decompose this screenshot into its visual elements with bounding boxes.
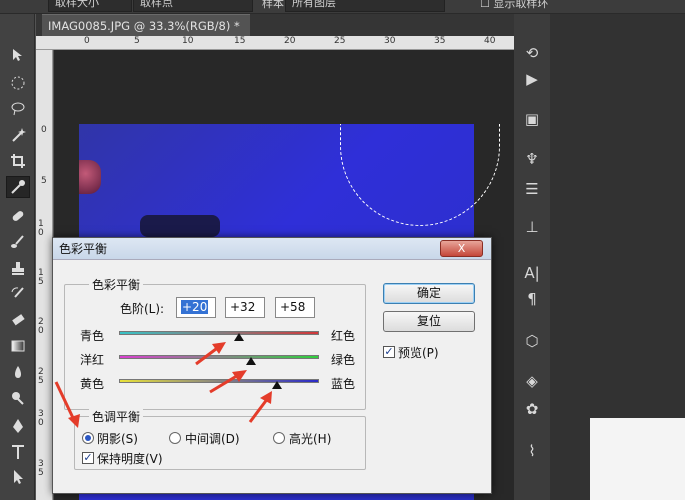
magic-wand-tool-icon[interactable] [6,124,30,146]
color-balance-dialog: 色彩平衡 X 色彩平衡 色阶(L): +20 +32 +58 青色 红色 洋红 … [52,237,492,494]
healing-brush-tool-icon[interactable] [6,205,30,227]
pen-tool-icon[interactable] [6,415,30,437]
ruler-label: 20 [284,36,296,46]
cyan-red-slider-thumb[interactable] [234,333,244,341]
path-selection-tool-icon[interactable] [6,466,30,488]
3d-panel-icon[interactable]: ⬡ [520,330,544,352]
shadows-radio[interactable] [82,432,94,444]
crop-tool-icon[interactable] [6,150,30,172]
type-tool-icon[interactable] [6,441,30,463]
history-panel-icon[interactable]: ⟲ [520,42,544,64]
magenta-green-slider[interactable] [119,355,319,359]
ruler-label: 30 [384,36,396,46]
paths-panel-icon[interactable]: ⌇ [520,440,544,462]
preserve-luminosity-checkbox[interactable]: ✓ [82,452,94,464]
clone-stamp-tool-icon[interactable] [6,257,30,279]
ruler-label: 1 5 [38,268,44,287]
slider-right-label: 蓝色 [331,377,356,391]
highlights-label: 高光(H) [289,432,332,446]
ruler-label: 40 [484,36,496,46]
levels-label: 色阶(L): [120,302,165,316]
eraser-tool-icon[interactable] [6,309,30,331]
midtones-radio[interactable] [169,432,181,444]
preserve-luminosity-label: 保持明度(V) [97,452,163,466]
yellow-blue-slider[interactable] [119,379,319,383]
ruler-label: 1 0 [38,219,44,238]
dodge-tool-icon[interactable] [6,387,30,409]
history-brush-tool-icon[interactable] [6,283,30,305]
close-button[interactable]: X [440,240,483,257]
ruler-label: 5 [41,176,47,186]
ruler-label: 15 [234,36,246,46]
image-object [79,160,101,194]
color-balance-group-label: 色彩平衡 [89,276,144,293]
layers-panel-icon[interactable]: ◈ [520,370,544,392]
cyan-red-slider[interactable] [119,331,319,335]
watermark-area [590,418,685,500]
image-object [140,215,220,237]
show-ring-label: 显示取样环 [493,0,549,10]
vertical-ruler: 0 5 1 0 1 5 2 0 2 5 3 0 3 5 [36,50,53,500]
preview-checkbox[interactable]: ✓ [383,346,395,358]
ruler-label: 3 0 [38,409,44,428]
slider-right-label: 红色 [331,329,356,343]
lasso-tool-icon[interactable] [6,98,30,120]
ruler-label: 0 [41,125,47,135]
slider-left-label: 洋红 [80,353,105,367]
ruler-label: 2 0 [38,317,44,336]
reset-button[interactable]: 复位 [383,311,475,332]
ruler-label: 3 5 [38,459,44,478]
dialog-title: 色彩平衡 [53,238,491,260]
horizontal-ruler: 0 5 10 15 20 25 30 35 40 [36,36,514,50]
sample-size-select[interactable]: 取样大小 [48,0,132,12]
shadows-label: 阴影(S) [97,432,138,446]
slider-left-label: 青色 [80,329,105,343]
ruler-label: 25 [334,36,346,46]
eyedropper-tool-icon[interactable] [6,176,30,198]
level-input-yellow-blue[interactable]: +58 [275,297,315,318]
magenta-green-slider-thumb[interactable] [246,357,256,365]
paragraph-panel-icon[interactable]: ¶ [520,288,544,310]
channels-panel-icon[interactable]: ✿ [520,398,544,420]
highlights-radio[interactable] [273,432,285,444]
ruler-label: 2 5 [38,367,44,386]
sample-point-select[interactable]: 取样点 [133,0,253,12]
level-input-cyan-red[interactable]: +20 [176,297,216,318]
info-panel-icon[interactable]: ▣ [520,108,544,130]
ruler-label: 35 [434,36,446,46]
document-tab[interactable]: IMAG0085.JPG @ 33.3%(RGB/8) * × [42,14,250,55]
midtones-label: 中间调(D) [185,432,240,446]
tone-balance-group-label: 色调平衡 [89,408,144,425]
adjustments-icon[interactable]: ☰ [520,178,544,200]
brush-presets-icon[interactable]: ♆ [520,148,544,170]
move-tool-icon[interactable] [6,44,30,66]
options-bar: 取样大小 取样点 样本 所有图层 ☐ 显示取样环 [0,0,685,14]
character-panel-icon[interactable]: A| [520,262,544,284]
actions-panel-icon[interactable]: ▶ [520,68,544,90]
level-input-magenta-green[interactable]: +32 [225,297,265,318]
slider-left-label: 黄色 [80,377,105,391]
ruler-label: 5 [134,36,140,46]
preview-label: 预览(P) [398,346,439,360]
clone-source-icon[interactable]: ⊥ [520,216,544,238]
slider-right-label: 绿色 [331,353,356,367]
brush-tool-icon[interactable] [6,231,30,253]
blur-tool-icon[interactable] [6,361,30,383]
ruler-label: 10 [182,36,194,46]
level-value: +20 [181,300,209,314]
ok-button[interactable]: 确定 [383,283,475,304]
gradient-tool-icon[interactable] [6,335,30,357]
marquee-tool-icon[interactable] [6,72,30,94]
yellow-blue-slider-thumb[interactable] [272,381,282,389]
sample-label: 样本 [262,0,284,10]
document-tab-title: IMAG0085.JPG @ 33.3%(RGB/8) * [48,19,240,33]
show-ring-checkbox[interactable]: ☐ 显示取样环 [480,0,548,11]
ruler-label: 0 [84,36,90,46]
layers-select[interactable]: 所有图层 [285,0,445,12]
